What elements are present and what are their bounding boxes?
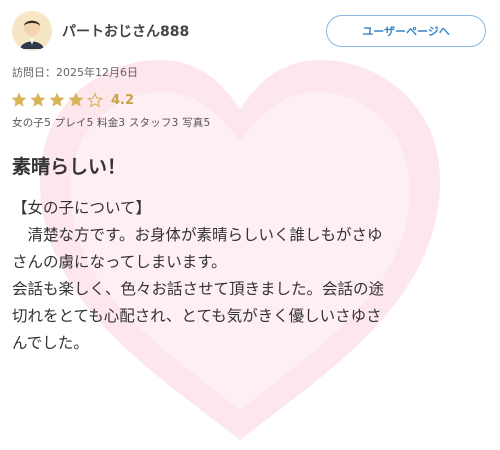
review-body: 【女の子について】 清楚な方です。お身体が素晴らしいく誰しもがさゆ さんの虜にな… <box>12 195 488 357</box>
rating-value: 4.2 <box>111 92 135 108</box>
review-page: パートおじさん888 ユーザーページへ 訪問日：2025年12月6日 4.2 女… <box>0 0 500 450</box>
review-line: さんの虜になってしまいます。 <box>12 253 227 271</box>
review-section-heading: 【女の子について】 <box>12 199 152 217</box>
star-empty-icon <box>86 92 104 108</box>
star-filled-icon <box>11 92 27 107</box>
review-line: 会話も楽しく、色々お話させて頂きました。会話の途 <box>12 280 385 298</box>
review-title: 素晴らしい！ <box>12 156 127 178</box>
review-line: 清楚な方です。お身体が素晴らしいく誰しもがさゆ <box>12 226 383 244</box>
review-line: んでした。 <box>12 334 89 352</box>
user-avatar-icon[interactable] <box>12 11 52 51</box>
visit-date: 訪問日：2025年12月6日 <box>12 66 138 79</box>
sub-scores: 女の子5 プレイ5 料金3 スタッフ3 写真5 <box>12 117 211 129</box>
stars-row <box>10 91 105 109</box>
user-page-button[interactable]: ユーザーページへ <box>326 15 486 47</box>
star-filled-icon <box>49 92 65 107</box>
star-filled-icon <box>68 92 84 107</box>
star-filled-icon <box>30 92 46 107</box>
review-line: 切れをとても心配され、とても気がきく優しいさゆさ <box>12 307 382 325</box>
review-header: パートおじさん888 ユーザーページへ <box>0 0 500 52</box>
star-rating: 4.2 <box>10 90 500 110</box>
username-link[interactable]: パートおじさん888 <box>62 21 326 41</box>
